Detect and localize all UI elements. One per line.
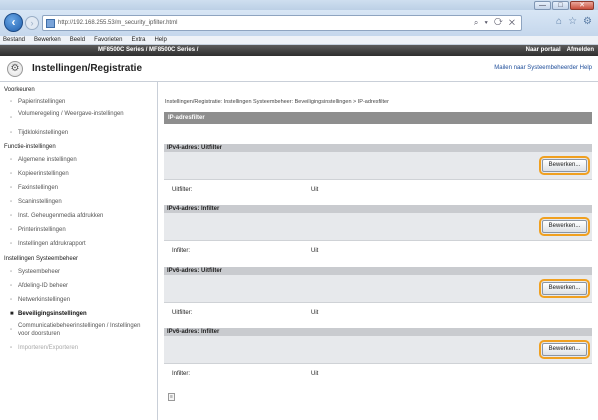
menu-beeld[interactable]: Beeld [70,36,85,44]
sidebar-item-label: Netwerkinstellingen [18,297,71,303]
logout-link[interactable]: Afmelden [567,45,594,56]
admin-help-links[interactable]: Mailen naar Systeembeheerder Help [494,65,592,71]
minimize-button[interactable]: — [534,1,551,10]
portal-link[interactable]: Naar portaal [526,45,561,56]
bullet-icon: ▫ [10,297,13,303]
bullet-icon: ▫ [10,241,13,247]
header-links: Naar portaal Afmelden [526,45,594,56]
menu-extra[interactable]: Extra [131,36,145,44]
sidebar-group-functie-instellingen: Functie-instellingen [4,144,56,150]
favorites-icon[interactable]: ☆ [568,16,577,27]
section-header: IPv4-adres: Infilter [164,205,592,213]
close-window-button[interactable]: ✕ [570,1,594,10]
setting-value: Uit [311,371,319,377]
section-header: IPv6-adres: Uitfilter [164,267,592,275]
menu-favorieten[interactable]: Favorieten [94,36,122,44]
window-titlebar: — □ ✕ [0,0,598,10]
sidebar-item-label: Kopieerinstellingen [18,171,69,177]
setting-label: Uitfilter: [172,187,193,193]
menu-help[interactable]: Help [154,36,166,44]
sidebar-item-label: Instellingen afdrukrapport [18,241,86,247]
page-title: Instellingen/Registratie [32,63,143,74]
menu-bewerken[interactable]: Bewerken [34,36,61,44]
edit-button-ipv4-infilter[interactable]: Bewerken... [542,220,587,233]
sidebar-item-label: Systeembeheer [18,269,61,275]
sidebar-item-label: Papierinstellingen [18,99,66,105]
sidebar-item-label: Inst. Geheugenmedia afdrukken [18,213,104,219]
bullet-icon: ▫ [10,213,13,219]
sidebar-item-label: Communicatiebeheerinstellingen / Instell… [18,323,141,337]
sidebar-item-label: Faxinstellingen [18,185,59,191]
section-body: Bewerken... [164,336,592,364]
device-model-text: MF8500C Series / MF8500C Series / [98,47,199,53]
browser-menubar: Bestand Bewerken Beeld Favorieten Extra … [0,36,598,45]
sidebar-item-label: Volumeregeling / Weergave-instellingen [18,111,124,117]
setting-value: Uit [311,187,319,193]
forward-button[interactable]: › [25,16,39,30]
window-controls: — □ ✕ [534,1,594,10]
bullet-icon: ▫ [10,345,13,351]
sidebar-group-voorkeuren: Voorkeuren [4,87,35,93]
bullet-icon: ▫ [10,327,13,333]
bullet-icon: ▫ [10,199,13,205]
home-icon[interactable]: ⌂ [556,16,562,27]
settings-wrench-icon: ⚙ [7,61,23,77]
sidebar-item-label: Printerinstellingen [18,227,66,233]
menu-bestand[interactable]: Bestand [3,36,25,44]
bullet-icon: ▫ [10,185,13,191]
bullet-icon: ▫ [10,157,13,163]
settings-gear-icon[interactable]: ⚙ [583,16,592,27]
bullet-icon: ▫ [10,130,13,136]
sidebar-item-label: Importeren/Exporteren [18,345,79,351]
setting-label: Uitfilter: [172,310,193,316]
section-body: Bewerken... [164,213,592,241]
browser-navbar: ‹ › http://192.168.255.53/m_security_ipf… [0,10,598,36]
maximize-button[interactable]: □ [552,1,569,10]
browser-toolbar-icons: ⌂ ☆ ⚙ [556,16,592,27]
page-header: ⚙ Instellingen/Registratie Mailen naar S… [0,56,598,82]
url-text[interactable]: http://192.168.255.53/m_security_ipfilte… [58,20,177,26]
section-body: Bewerken... [164,275,592,303]
section-header: IPv4-adres: Uitfilter [164,144,592,152]
setting-label: Infilter: [172,371,191,377]
sidebar: Voorkeuren ▫ Papierinstellingen ▫ Volumere… [0,82,158,420]
sidebar-item-label: Tijdklokinstellingen [18,130,69,136]
main-content: Instellingen/Registratie: Instellingen S… [158,82,598,420]
bullet-icon: ▫ [10,269,13,275]
page-top-icon[interactable]: ≡ [168,393,175,401]
device-header-strip: MF8500C Series / MF8500C Series / Naar p… [0,45,598,56]
site-favicon-icon [46,19,55,28]
edit-button-ipv4-outfilter[interactable]: Bewerken... [542,159,587,172]
setting-value: Uit [311,310,319,316]
sidebar-item-label: Scaninstellingen [18,199,62,205]
address-bar-tools[interactable]: ⌕ ▾ ⟳ ✕ [474,18,517,28]
bullet-icon: ▫ [10,283,13,289]
bullet-icon: ▫ [10,99,13,105]
sidebar-item-label: Afdeling-ID beheer [18,283,69,289]
section-body: Bewerken... [164,152,592,180]
setting-value: Uit [311,248,319,254]
setting-label: Infilter: [172,248,191,254]
breadcrumb: Instellingen/Registratie: Instellingen S… [165,99,389,105]
bullet-icon: ▫ [10,227,13,233]
sidebar-group-systeembeheer: Instellingen Systeembeheer [4,256,79,262]
address-bar[interactable]: http://192.168.255.53/m_security_ipfilte… [42,15,522,31]
back-button[interactable]: ‹ [4,13,23,32]
edit-button-ipv6-infilter[interactable]: Bewerken... [542,343,587,356]
bullet-icon: ▫ [10,115,13,121]
sidebar-item-label: Beveiligingsinstellingen [18,311,87,317]
bullet-icon: ■ [10,311,14,317]
edit-button-ipv6-outfilter[interactable]: Bewerken... [542,282,587,295]
section-header: IPv6-adres: Infilter [164,328,592,336]
section-title-bar: IP-adresfilter [164,112,592,124]
bullet-icon: ▫ [10,171,13,177]
sidebar-item-label: Algemene instellingen [18,157,77,163]
